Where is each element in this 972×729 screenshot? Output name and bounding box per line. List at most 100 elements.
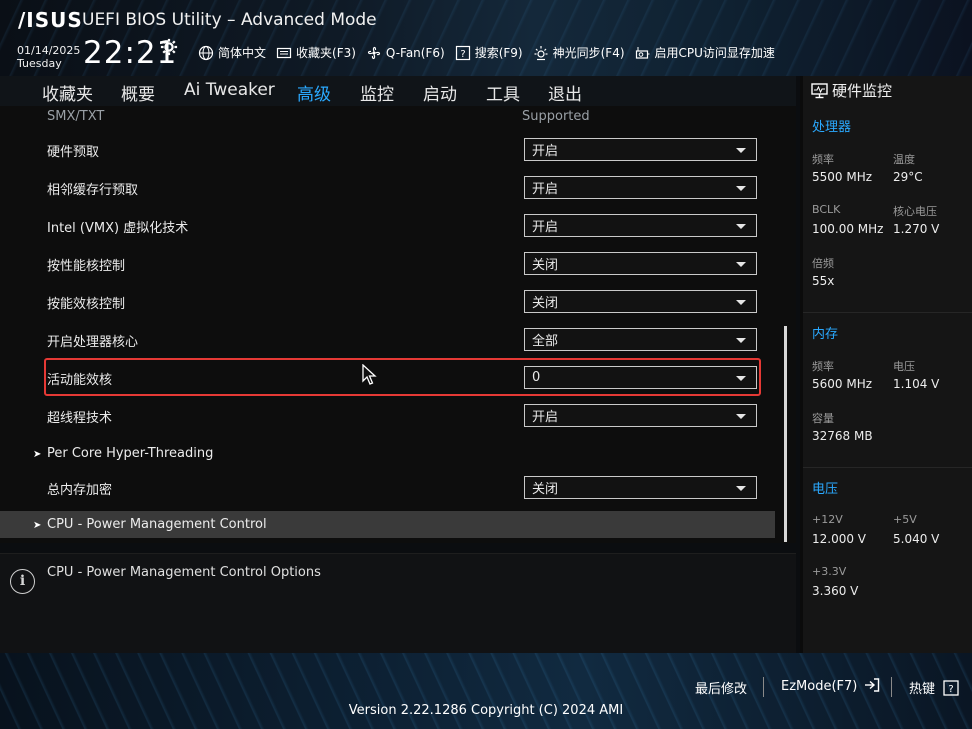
ezmode-button[interactable]: EzMode(F7): [781, 678, 880, 694]
tab-boot[interactable]: 启动: [423, 80, 457, 105]
chevron-down-icon: [736, 486, 746, 491]
setting-dropdown[interactable]: 0: [524, 366, 757, 389]
bclk-value: 100.00 MHz: [812, 222, 884, 236]
hotkeys-button[interactable]: 热键 ?: [909, 678, 959, 697]
setting-label: 相邻缓存行预取: [47, 183, 139, 198]
asus-logo: /ISUS: [18, 8, 83, 32]
submenu-row-selected[interactable]: ➤ CPU - Power Management Control: [0, 508, 786, 543]
setting-dropdown[interactable]: 全部: [524, 328, 757, 351]
mouse-cursor-icon: [362, 364, 377, 385]
folder-icon: [276, 47, 292, 58]
help-icon: ?: [455, 45, 470, 60]
setting-label: 活动能效核: [47, 373, 113, 388]
language-button[interactable]: 简体中文: [198, 44, 266, 61]
dropdown-value: 关闭: [532, 296, 559, 311]
chevron-down-icon: [736, 338, 746, 343]
cpu-temp-label: 温度: [893, 153, 915, 166]
setting-dropdown[interactable]: 开启: [524, 138, 757, 161]
setting-dropdown[interactable]: 关闭: [524, 252, 757, 275]
vcore-value: 1.270 V: [893, 222, 940, 236]
search-button[interactable]: ? 搜索(F9): [455, 44, 523, 61]
gpu-icon: [635, 46, 650, 59]
date-text: 01/14/2025: [17, 44, 81, 57]
monitor-header: 硬件监控: [811, 80, 892, 101]
dropdown-value: 开启: [532, 220, 559, 235]
fan-icon: [367, 46, 380, 59]
submenu-item[interactable]: ➤ CPU - Power Management Control: [33, 517, 267, 532]
cpu-freq-value: 5500 MHz: [812, 170, 873, 184]
chevron-down-icon: [736, 148, 746, 153]
dropdown-value: 全部: [532, 334, 559, 349]
hotkeys-label: 热键: [909, 682, 936, 697]
bclk-label: BCLK: [812, 203, 841, 216]
light-icon: [534, 45, 548, 60]
setting-row[interactable]: 硬件预取 开启: [0, 130, 786, 168]
top-toolbar: 简体中文 收藏夹(F3) Q-Fan(F6) ? 搜索(F9) 神光同步(F4)…: [198, 44, 775, 61]
setting-row[interactable]: 按性能核控制 关闭: [0, 244, 786, 282]
chevron-down-icon: [736, 224, 746, 229]
setting-label: SMX/TXT: [47, 109, 105, 124]
setting-dropdown[interactable]: 开启: [524, 404, 757, 427]
aura-label: 神光同步(F4): [552, 46, 625, 60]
setting-row-active-ecores[interactable]: 活动能效核 0: [0, 358, 786, 396]
dropdown-value: 开启: [532, 144, 559, 159]
footer-divider: [763, 677, 764, 697]
search-label: 搜索(F9): [474, 46, 523, 60]
setting-label: 总内存加密: [47, 483, 113, 498]
tab-ai-tweaker[interactable]: Ai Tweaker: [184, 80, 275, 100]
tab-main[interactable]: 概要: [121, 80, 155, 105]
setting-dropdown[interactable]: 关闭: [524, 476, 757, 499]
rebar-button[interactable]: 启用CPU访问显存加速: [635, 44, 775, 61]
favorites-button[interactable]: 收藏夹(F3): [276, 44, 356, 61]
qfan-label: Q-Fan(F6): [385, 45, 445, 60]
setting-row[interactable]: 相邻缓存行预取 开启: [0, 168, 786, 206]
hardware-monitor: 硬件监控 处理器 频率 5500 MHz 温度 29°C BCLK 100.00…: [800, 76, 972, 653]
setting-row[interactable]: Intel (VMX) 虚拟化技术 开启: [0, 206, 786, 244]
setting-row[interactable]: 按能效核控制 关闭: [0, 282, 786, 320]
mem-volt-label: 电压: [893, 360, 915, 373]
chevron-down-icon: [736, 414, 746, 419]
help-text: CPU - Power Management Control Options: [47, 565, 321, 580]
top-header: /ISUS UEFI BIOS Utility – Advanced Mode …: [0, 0, 972, 76]
settings-panel: SMX/TXT Supported 硬件预取 开启 相邻缓存行预取 开启 Int…: [0, 106, 796, 543]
language-label: 简体中文: [218, 46, 267, 60]
tab-exit[interactable]: 退出: [548, 80, 582, 105]
v5-label: +5V: [893, 513, 917, 526]
chevron-down-icon: [736, 376, 746, 381]
aura-button[interactable]: 神光同步(F4): [533, 44, 625, 61]
setting-dropdown[interactable]: 关闭: [524, 290, 757, 313]
help-icon: ?: [943, 680, 959, 696]
setting-row[interactable]: 超线程技术 开启: [0, 396, 786, 434]
tab-tool[interactable]: 工具: [486, 80, 520, 105]
ezmode-label: EzMode(F7): [781, 679, 858, 694]
cpu-section-title: 处理器: [812, 120, 852, 135]
submenu-label: Per Core Hyper-Threading: [47, 446, 214, 461]
chevron-down-icon: [736, 262, 746, 267]
cpu-temp-value: 29°C: [893, 170, 923, 184]
mem-cap-label: 容量: [812, 412, 834, 425]
tab-advanced[interactable]: 高级: [297, 80, 331, 108]
setting-label: 超线程技术: [47, 411, 113, 426]
setting-row[interactable]: 总内存加密 关闭: [0, 468, 786, 506]
chevron-right-icon: ➤: [33, 449, 42, 460]
gear-icon[interactable]: [160, 38, 180, 58]
rebar-label: 启用CPU访问显存加速: [654, 46, 775, 60]
version-text: Version 2.22.1286 Copyright (C) 2024 AMI: [348, 703, 624, 718]
tab-favorites[interactable]: 收藏夹: [42, 80, 93, 105]
qfan-button[interactable]: Q-Fan(F6): [366, 44, 445, 61]
submenu-item[interactable]: ➤ Per Core Hyper-Threading: [33, 446, 213, 461]
setting-label: 硬件预取: [47, 145, 100, 160]
setting-dropdown[interactable]: 开启: [524, 214, 757, 237]
dropdown-value: 关闭: [532, 482, 559, 497]
setting-row[interactable]: 开启处理器核心 全部: [0, 320, 786, 358]
tab-monitor[interactable]: 监控: [360, 80, 394, 105]
window-title: UEFI BIOS Utility – Advanced Mode: [82, 10, 377, 30]
memory-section-title: 内存: [812, 327, 839, 342]
v5-value: 5.040 V: [893, 532, 940, 546]
mem-freq-value: 5600 MHz: [812, 377, 873, 391]
setting-dropdown[interactable]: 开启: [524, 176, 757, 199]
scrollbar[interactable]: [784, 326, 787, 542]
footer-divider: [891, 677, 892, 697]
last-modified-button[interactable]: 最后修改: [695, 678, 747, 697]
favorites-label: 收藏夹(F3): [296, 46, 356, 60]
